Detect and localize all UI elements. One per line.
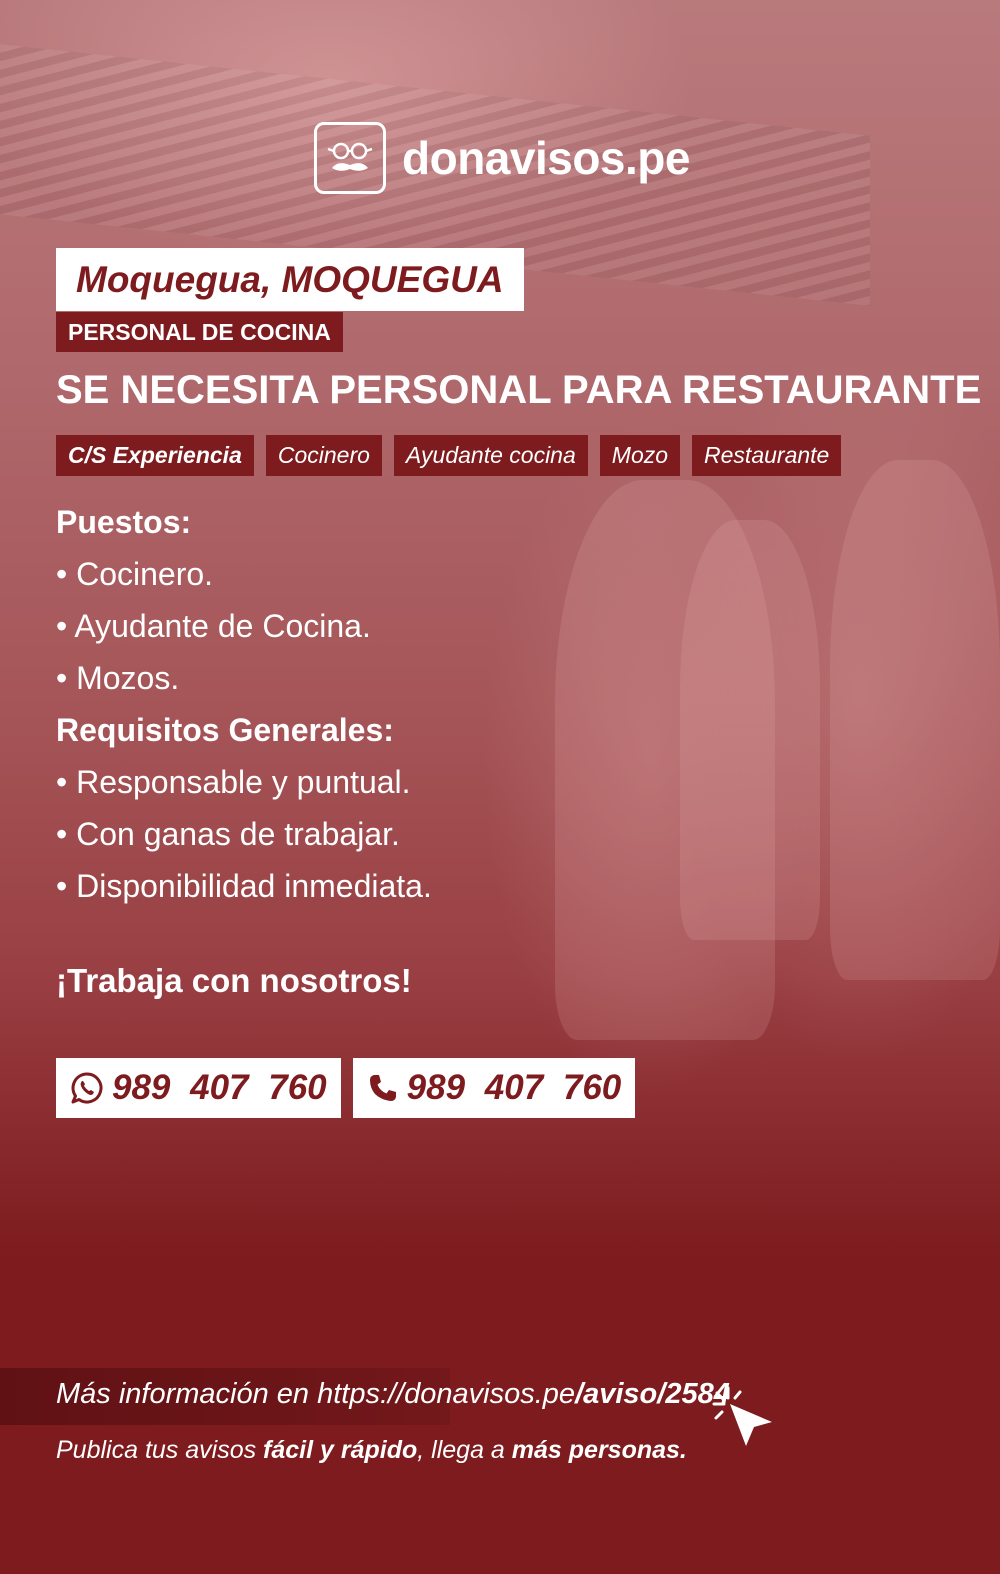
phone-number: 989 407 760 <box>406 1068 622 1107</box>
brand-name: donavisos.pe <box>402 132 690 184</box>
list-item: • Mozos. <box>56 660 180 696</box>
list-item: • Disponibilidad inmediata. <box>56 868 432 904</box>
list-item: • Con ganas de trabajar. <box>56 816 400 852</box>
positions-title: Puestos: <box>56 504 192 540</box>
more-info-path: /aviso/2584 <box>575 1378 730 1410</box>
tag-cook: Cocinero <box>265 435 382 476</box>
brand-logo[interactable]: donavisos.pe <box>314 122 690 194</box>
requirements-title: Requisitos Generales: <box>56 712 394 748</box>
location-label: Moquegua, MOQUEGUA <box>56 248 524 311</box>
cook-silhouette-3 <box>830 460 1000 980</box>
tag-restaurant: Restaurante <box>692 435 842 476</box>
tag-experience: C/S Experiencia <box>56 435 254 476</box>
ad-headline: SE NECESITA PERSONAL PARA RESTAURANTE <box>56 368 982 412</box>
tag-waiter: Mozo <box>599 435 681 476</box>
tag-list: C/S Experiencia Cocinero Ayudante cocina… <box>56 435 853 476</box>
contact-buttons: 989 407 760 989 407 760 <box>56 1058 647 1118</box>
whatsapp-button[interactable]: 989 407 760 <box>56 1058 341 1118</box>
cook-silhouette-2 <box>680 520 820 940</box>
publish-tagline: Publica tus avisos fácil y rápido, llega… <box>56 1436 687 1465</box>
call-to-action: ¡Trabaja con nosotros! <box>56 962 412 999</box>
cursor-click-icon <box>710 1386 776 1457</box>
whatsapp-icon <box>71 1072 103 1104</box>
category-badge: PERSONAL DE COCINA <box>56 312 343 352</box>
tag-kitchen-helper: Ayudante cocina <box>393 435 588 476</box>
publish-text-2: fácil y rápido <box>263 1436 418 1464</box>
list-item: • Responsable y puntual. <box>56 764 411 800</box>
more-info-prefix: Más información en https://donavisos.pe <box>56 1378 576 1410</box>
publish-text-4: más personas. <box>511 1436 687 1464</box>
ad-body: Puestos: • Cocinero. • Ayudante de Cocin… <box>56 496 432 912</box>
publish-text-1: Publica tus avisos <box>56 1436 264 1464</box>
publish-text-3: , llega a <box>417 1436 512 1464</box>
list-item: • Ayudante de Cocina. <box>56 608 371 644</box>
glasses-mustache-icon <box>314 122 386 194</box>
phone-icon <box>369 1075 396 1101</box>
list-item: • Cocinero. <box>56 556 214 592</box>
phone-button[interactable]: 989 407 760 <box>352 1058 636 1118</box>
whatsapp-number: 989 407 760 <box>112 1068 327 1107</box>
more-info-link[interactable]: Más información en https://donavisos.pe/… <box>56 1378 730 1411</box>
